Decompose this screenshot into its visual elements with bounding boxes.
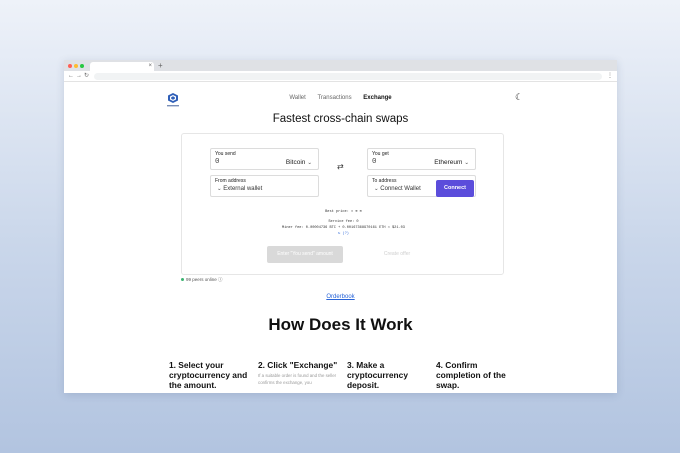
send-amount-input[interactable]: 0 <box>215 158 220 166</box>
nav-transactions[interactable]: Transactions <box>317 95 351 101</box>
send-coin-label: Bitcoin <box>285 159 306 166</box>
send-coin-select[interactable]: Bitcoin ⌄ <box>286 159 312 166</box>
step-3: 3. Make a cryptocurrency deposit. <box>347 360 431 390</box>
new-tab-icon[interactable]: + <box>158 60 163 71</box>
step-description: If a suitable order is found and the sel… <box>258 373 337 385</box>
browser-tab[interactable]: × <box>90 62 154 71</box>
chevron-down-icon: ⌄ <box>464 160 469 166</box>
tab-close-icon[interactable]: × <box>148 62 152 71</box>
url-input[interactable] <box>94 73 602 80</box>
best-price-row: Best price: ✕ ⊕ ≋ <box>182 209 505 214</box>
get-label: You get <box>372 151 389 157</box>
swap-direction-icon[interactable]: ⇄ <box>337 162 344 171</box>
create-offer-button[interactable]: Create offer <box>365 246 429 263</box>
chevron-down-icon: ⌄ <box>307 160 312 166</box>
step-2: 2. Click "Exchange" If a suitable order i… <box>258 360 342 386</box>
main-nav: Wallet Transactions Exchange <box>64 95 617 101</box>
browser-menu-icon[interactable]: ⋮ <box>607 71 613 82</box>
peers-status: 99 peers online ⓘ <box>181 277 223 283</box>
connect-button[interactable]: Connect <box>436 180 474 197</box>
step-title: 3. Make a cryptocurrency deposit. <box>347 360 408 390</box>
from-address-field[interactable]: From address ⌄ External wallet <box>210 175 319 197</box>
reload-icon[interactable]: ↻ <box>84 71 89 82</box>
enter-amount-button[interactable]: Enter "You send" amount <box>267 246 343 263</box>
nav-exchange[interactable]: Exchange <box>363 95 391 101</box>
nav-wallet[interactable]: Wallet <box>289 95 305 101</box>
moon-icon[interactable]: ☾ <box>515 92 523 103</box>
orderbook-link[interactable]: Orderbook <box>64 294 617 300</box>
minimize-window-dot[interactable] <box>74 64 78 68</box>
chevron-down-icon: ⌄ <box>217 186 222 192</box>
send-label: You send <box>215 151 236 157</box>
address-bar: ← → ↻ ⋮ <box>64 71 617 82</box>
from-address-value: External wallet <box>223 186 263 192</box>
miner-fee: Miner fee: 0.00004736 BTC + 0.0016736897… <box>282 226 405 230</box>
service-fee: Service fee: 0 <box>328 220 359 224</box>
get-coin-label: Ethereum <box>434 159 463 166</box>
to-address-select[interactable]: ⌄ Connect Wallet <box>372 186 421 192</box>
to-address-value: Connect Wallet <box>380 186 421 192</box>
send-field[interactable]: You send 0 Bitcoin ⌄ <box>210 148 319 170</box>
from-address-select[interactable]: ⌄ External wallet <box>215 186 262 192</box>
browser-window: × + ← → ↻ ⋮ Wallet Transactions Exchange… <box>64 60 617 393</box>
swap-card: You send 0 Bitcoin ⌄ ⇄ You get 0 Ethereum… <box>181 133 504 275</box>
close-window-dot[interactable] <box>68 64 72 68</box>
step-title: 2. Click "Exchange" <box>258 360 338 370</box>
page-content: Wallet Transactions Exchange ☾ Fastest c… <box>64 83 617 393</box>
best-price-label: Best price: <box>325 210 352 214</box>
how-it-works-title: How Does It Work <box>268 315 413 334</box>
peers-count: 99 peers online <box>186 277 217 282</box>
chevron-down-icon: ⌄ <box>374 186 379 192</box>
price-source-icons: ✕ ⊕ ≋ <box>351 210 362 214</box>
get-amount-input[interactable]: 0 <box>372 158 377 166</box>
to-address-label: To address <box>372 178 397 184</box>
back-icon[interactable]: ← <box>68 71 74 82</box>
to-address-field[interactable]: To address ⌄ Connect Wallet Connect <box>367 175 476 197</box>
from-address-label: From address <box>215 178 246 184</box>
step-4: 4. Confirm completion of the swap. <box>436 360 520 390</box>
maximize-window-dot[interactable] <box>80 64 84 68</box>
online-status-icon <box>181 278 184 282</box>
get-coin-select[interactable]: Ethereum ⌄ <box>434 159 469 166</box>
forward-icon[interactable]: → <box>76 71 82 82</box>
get-field[interactable]: You get 0 Ethereum ⌄ <box>367 148 476 170</box>
step-1: 1. Select your cryptocurrency and the am… <box>169 360 253 390</box>
page-title: Fastest cross-chain swaps <box>272 113 409 125</box>
refresh-fee-icon[interactable]: ↻ (?) <box>182 231 505 236</box>
info-icon[interactable]: ⓘ <box>218 277 223 282</box>
tab-bar: × + <box>64 60 617 71</box>
step-title: 4. Confirm completion of the swap. <box>436 360 506 390</box>
step-title: 1. Select your cryptocurrency and the am… <box>169 360 248 390</box>
